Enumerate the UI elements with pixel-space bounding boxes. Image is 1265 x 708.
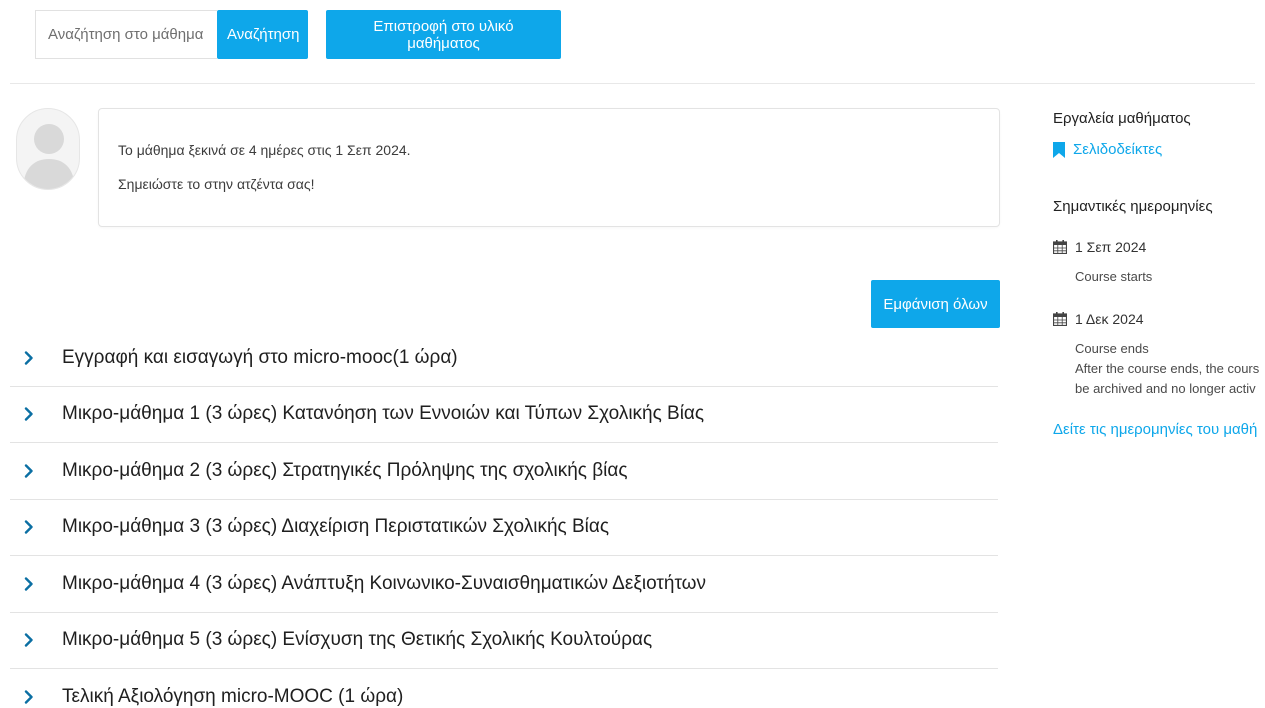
chevron-right-icon[interactable] (24, 460, 46, 482)
chevron-right-icon[interactable] (24, 686, 46, 708)
date-value: 1 Σεπ 2024 (1075, 239, 1147, 255)
date-value: 1 Δεκ 2024 (1075, 311, 1144, 327)
divider (10, 83, 1255, 84)
section-title[interactable]: Μικρο-μάθημα 2 (3 ώρες) Στρατηγικές Πρόλ… (62, 460, 628, 482)
section-title[interactable]: Μικρο-μάθημα 3 (3 ώρες) Διαχείριση Περισ… (62, 516, 609, 538)
date-item-start: 1 Σεπ 2024 (1053, 239, 1265, 255)
calendar-icon (1053, 312, 1067, 326)
section-title[interactable]: Εγγραφή και εισαγωγή στο micro-mooc(1 ώρ… (62, 347, 458, 369)
course-section-row[interactable]: Μικρο-μάθημα 3 (3 ώρες) Διαχείριση Περισ… (10, 500, 998, 556)
course-search-bar: Αναζήτηση Επιστροφή στο υλικό μαθήματος (35, 10, 561, 59)
bookmarks-link-label[interactable]: Σελιδοδείκτες (1073, 141, 1162, 158)
welcome-message-start-date: Το μάθημα ξεκινά σε 4 ημέρες στις 1 Σεπ … (118, 142, 411, 158)
course-sections-list: Εγγραφή και εισαγωγή στο micro-mooc(1 ώρ… (10, 330, 998, 708)
date-item-end: 1 Δεκ 2024 (1053, 311, 1265, 327)
welcome-message: Το μάθημα ξεκινά σε 4 ημέρες στις 1 Σεπ … (98, 108, 1000, 227)
search-button[interactable]: Αναζήτηση (217, 10, 308, 59)
course-section-row[interactable]: Τελική Αξιολόγηση micro-MOOC (1 ώρα) (10, 669, 998, 708)
course-section-row[interactable]: Μικρο-μάθημα 1 (3 ώρες) Κατανόηση των Εν… (10, 387, 998, 443)
section-title[interactable]: Μικρο-μάθημα 1 (3 ώρες) Κατανόηση των Εν… (62, 403, 704, 425)
course-section-row[interactable]: Μικρο-μάθημα 4 (3 ώρες) Ανάπτυξη Κοινωνι… (10, 556, 998, 613)
expand-all-button[interactable]: Εμφάνιση όλων (871, 280, 1000, 328)
date-description-line: After the course ends, the cours (1075, 361, 1260, 376)
return-to-course-button[interactable]: Επιστροφή στο υλικό μαθήματος (326, 10, 561, 59)
chevron-right-icon[interactable] (24, 573, 46, 595)
chevron-right-icon[interactable] (24, 403, 46, 425)
course-tools-heading: Εργαλεία μαθήματος (1053, 110, 1191, 127)
see-all-dates-link[interactable]: Δείτε τις ημερομηνίες του μαθή (1053, 421, 1265, 438)
search-input[interactable] (35, 10, 217, 59)
date-description-line: Course starts (1075, 269, 1153, 284)
user-avatar-icon (16, 108, 80, 190)
calendar-icon (1053, 240, 1067, 254)
chevron-right-icon[interactable] (24, 347, 46, 369)
section-title[interactable]: Μικρο-μάθημα 4 (3 ώρες) Ανάπτυξη Κοινωνι… (62, 573, 706, 595)
date-description-line: Course ends (1075, 341, 1149, 356)
welcome-message-reminder: Σημειώστε το στην ατζέντα σας! (118, 176, 315, 192)
important-dates-heading: Σημαντικές ημερομηνίες (1053, 198, 1213, 215)
course-section-row[interactable]: Εγγραφή και εισαγωγή στο micro-mooc(1 ώρ… (10, 330, 998, 387)
section-title[interactable]: Μικρο-μάθημα 5 (3 ώρες) Ενίσχυση της Θετ… (62, 629, 652, 651)
bookmarks-link[interactable]: Σελιδοδείκτες (1053, 141, 1265, 158)
bookmark-icon (1053, 141, 1065, 158)
course-section-row[interactable]: Μικρο-μάθημα 2 (3 ώρες) Στρατηγικές Πρόλ… (10, 443, 998, 500)
date-description-line: be archived and no longer activ (1075, 381, 1256, 396)
course-outline-page: Αναζήτηση Επιστροφή στο υλικό μαθήματος … (0, 0, 1265, 708)
course-section-row[interactable]: Μικρο-μάθημα 5 (3 ώρες) Ενίσχυση της Θετ… (10, 613, 998, 669)
date-description: Course starts (1075, 267, 1265, 287)
date-description: Course ends After the course ends, the c… (1075, 339, 1265, 399)
section-title[interactable]: Τελική Αξιολόγηση micro-MOOC (1 ώρα) (62, 686, 403, 708)
chevron-right-icon[interactable] (24, 629, 46, 651)
see-all-dates-label[interactable]: Δείτε τις ημερομηνίες του μαθή (1053, 421, 1257, 438)
chevron-right-icon[interactable] (24, 516, 46, 538)
course-sidebar: Εργαλεία μαθήματος Σελιδοδείκτες Σημαντι… (1053, 110, 1265, 438)
